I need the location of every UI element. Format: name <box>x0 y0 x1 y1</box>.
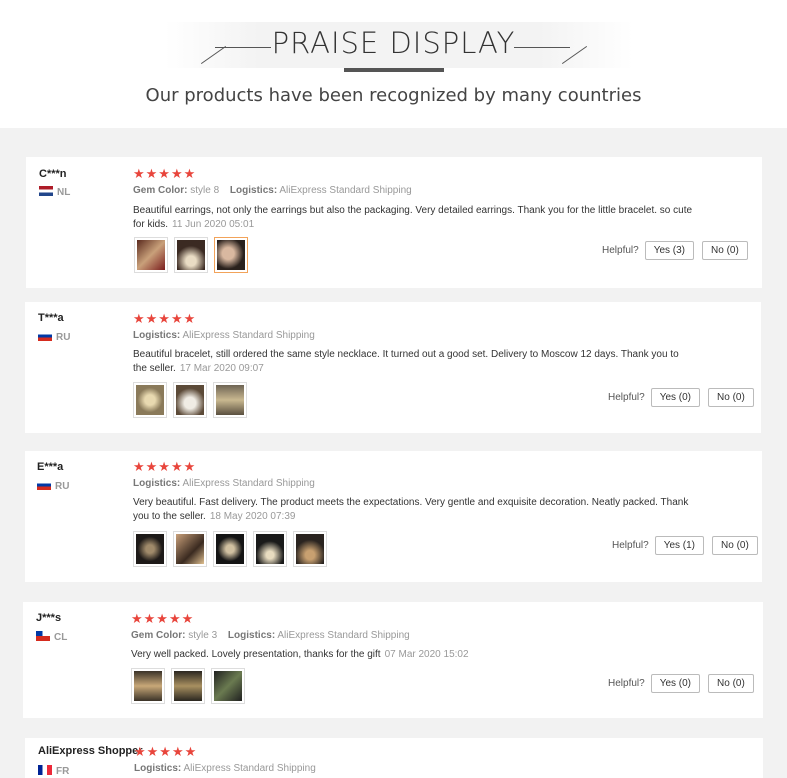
helpful-yes-button[interactable]: Yes (0) <box>650 674 701 693</box>
helpful-yes-button[interactable]: Yes (3) <box>644 241 695 260</box>
title-underline <box>344 68 444 72</box>
helpful-no-button[interactable]: No (0) <box>702 241 748 260</box>
helpful-no-button[interactable]: No (0) <box>708 674 754 693</box>
reviewer-country: CL <box>36 631 67 643</box>
review-photo[interactable] <box>211 668 245 704</box>
helpful-section: Helpful? Yes (0) No (0) <box>608 674 754 693</box>
helpful-label: Helpful? <box>608 392 645 403</box>
helpful-section: Helpful? Yes (3) No (0) <box>602 241 748 260</box>
review-card: T***a RU ★★★★★ Logistics: AliExpress Sta… <box>25 302 761 433</box>
ru-flag-icon <box>37 480 51 490</box>
reviewer-country: RU <box>38 331 70 343</box>
review-text: Very well packed. Lovely presentation, t… <box>131 649 469 660</box>
review-photo[interactable] <box>214 237 248 273</box>
review-photos <box>133 531 327 567</box>
nl-flag-icon <box>39 186 53 196</box>
helpful-section: Helpful? Yes (1) No (0) <box>612 536 758 555</box>
review-date: 11 Jun 2020 05:01 <box>172 219 255 230</box>
review-date: 18 May 2020 07:39 <box>209 511 296 522</box>
review-photo[interactable] <box>171 668 205 704</box>
review-meta: Logistics: AliExpress Standard Shipping <box>133 478 315 489</box>
review-photo[interactable] <box>131 668 165 704</box>
review-photo[interactable] <box>174 237 208 273</box>
review-photo[interactable] <box>253 531 287 567</box>
reviewer-country: NL <box>39 186 70 198</box>
review-text: Beautiful earrings, not only the earring… <box>133 205 693 230</box>
helpful-label: Helpful? <box>612 540 649 551</box>
cl-flag-icon <box>36 631 50 641</box>
star-rating: ★★★★★ <box>133 459 197 474</box>
helpful-yes-button[interactable]: Yes (1) <box>654 536 705 555</box>
page-title: PRAISE DISPLAY <box>271 26 516 60</box>
review-meta: Gem Color: style 3 Logistics: AliExpress… <box>131 630 410 641</box>
review-photo[interactable] <box>173 382 207 418</box>
helpful-label: Helpful? <box>608 678 645 689</box>
review-meta: Logistics: AliExpress Standard Shipping <box>134 763 316 774</box>
reviewer-country: RU <box>37 480 69 492</box>
review-photo[interactable] <box>293 531 327 567</box>
helpful-label: Helpful? <box>602 245 639 256</box>
review-photo[interactable] <box>133 382 167 418</box>
reviewer-name: J***s <box>36 612 62 624</box>
helpful-section: Helpful? Yes (0) No (0) <box>608 388 754 407</box>
reviewer-name: E***a <box>37 461 64 473</box>
page-subtitle: Our products have been recognized by man… <box>145 85 642 106</box>
review-meta: Gem Color: style 8 Logistics: AliExpress… <box>133 185 412 196</box>
review-photos <box>134 237 248 273</box>
review-date: 17 Mar 2020 09:07 <box>179 363 264 374</box>
review-meta: Logistics: AliExpress Standard Shipping <box>133 330 315 341</box>
star-rating: ★★★★★ <box>131 611 195 626</box>
review-photo[interactable] <box>173 531 207 567</box>
reviewer-name: T***a <box>38 312 64 324</box>
star-rating: ★★★★★ <box>134 744 198 759</box>
praise-header: PRAISE DISPLAY Our products have been re… <box>0 0 787 128</box>
helpful-no-button[interactable]: No (0) <box>712 536 758 555</box>
review-photos <box>131 668 245 704</box>
review-card: E***a RU ★★★★★ Logistics: AliExpress Sta… <box>25 451 762 582</box>
star-rating: ★★★★★ <box>133 311 197 326</box>
helpful-no-button[interactable]: No (0) <box>708 388 754 407</box>
reviewer-name: C***n <box>39 168 67 180</box>
review-photo[interactable] <box>213 531 247 567</box>
review-text: Very beautiful. Fast delivery. The produ… <box>133 497 689 522</box>
reviewer-name: AliExpress Shopper <box>38 745 143 757</box>
review-photos <box>133 382 247 418</box>
review-card: AliExpress Shopper FR ★★★★★ Logistics: A… <box>25 738 763 778</box>
review-text: Beautiful bracelet, still ordered the sa… <box>133 349 679 374</box>
fr-flag-icon <box>38 765 52 775</box>
reviewer-country: FR <box>38 765 69 777</box>
review-photo[interactable] <box>213 382 247 418</box>
review-photo[interactable] <box>133 531 167 567</box>
review-photo[interactable] <box>134 237 168 273</box>
review-date: 07 Mar 2020 15:02 <box>384 649 469 660</box>
review-card: J***s CL ★★★★★ Gem Color: style 3 Logist… <box>23 602 763 718</box>
review-card: C***n NL ★★★★★ Gem Color: style 8 Logist… <box>26 157 762 288</box>
ru-flag-icon <box>38 331 52 341</box>
star-rating: ★★★★★ <box>133 166 197 181</box>
helpful-yes-button[interactable]: Yes (0) <box>650 388 701 407</box>
